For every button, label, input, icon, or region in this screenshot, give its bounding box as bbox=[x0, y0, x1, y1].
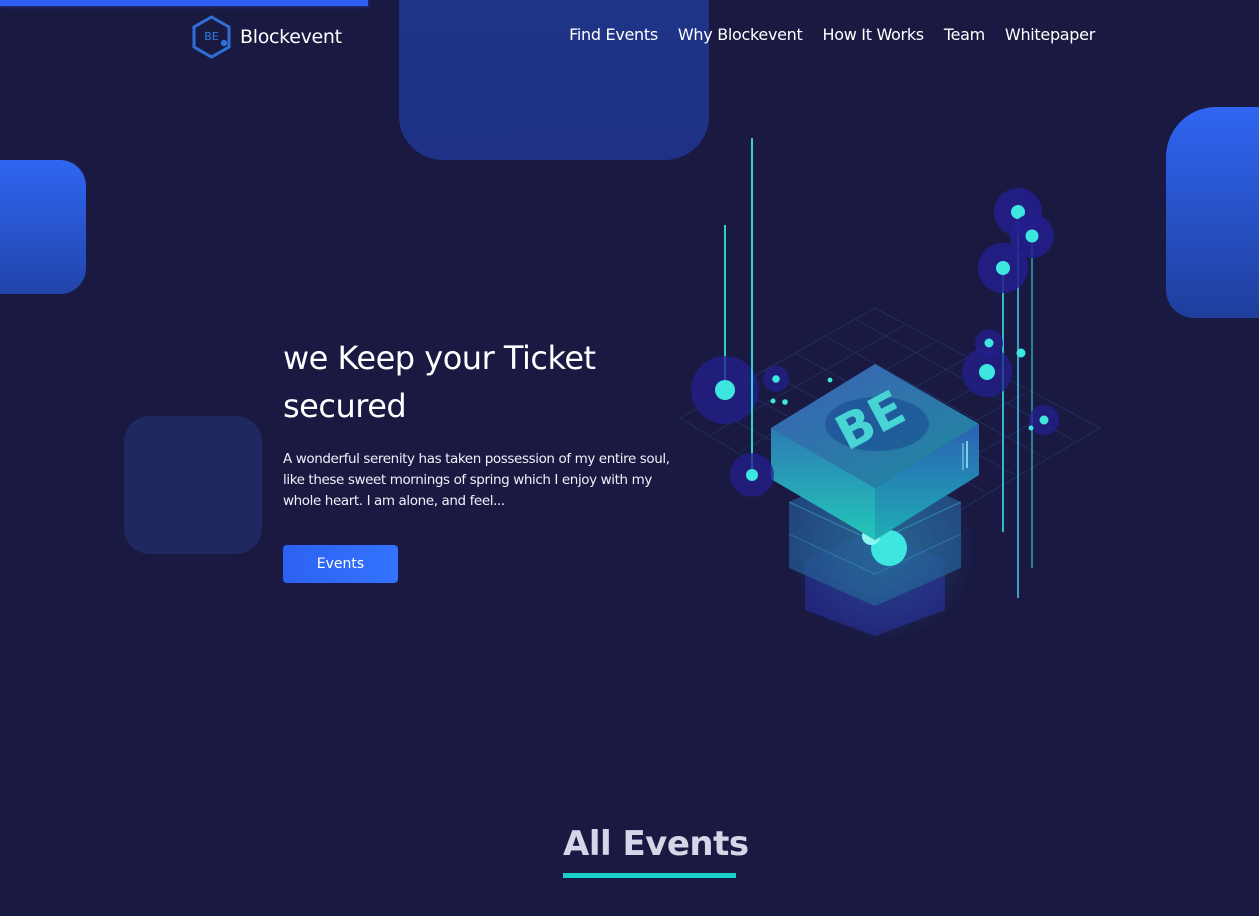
decorative-left-shape bbox=[0, 160, 86, 294]
landing-page: BE Blockevent Find Events Why Blockevent… bbox=[0, 0, 1259, 916]
nav-find-events[interactable]: Find Events bbox=[569, 25, 658, 44]
title-underline bbox=[563, 873, 736, 878]
brand-logo[interactable]: BE Blockevent bbox=[191, 15, 342, 59]
all-events-section-heading: All Events bbox=[563, 823, 749, 878]
nav-team[interactable]: Team bbox=[944, 25, 985, 44]
hero-description: A wonderful serenity has taken possessio… bbox=[283, 451, 670, 509]
hero-content: we Keep your Ticket secured A wonderful … bbox=[283, 334, 691, 512]
site-header: BE Blockevent Find Events Why Blockevent… bbox=[0, 0, 1259, 74]
hero-title-line-2: secured bbox=[283, 387, 407, 425]
decorative-square-shape bbox=[124, 416, 262, 554]
main-navigation: Find Events Why Blockevent How It Works … bbox=[569, 25, 1095, 44]
nav-why-blockevent[interactable]: Why Blockevent bbox=[678, 25, 803, 44]
hero-title-line-1: we Keep your Ticket bbox=[283, 339, 596, 377]
blockchain-ticket-illustration: BE bbox=[679, 138, 1102, 643]
brand-name: Blockevent bbox=[240, 26, 342, 48]
blockevent-hexagon-logo-icon: BE bbox=[192, 15, 231, 59]
logo-text: BE bbox=[204, 30, 219, 43]
nav-whitepaper[interactable]: Whitepaper bbox=[1005, 25, 1095, 44]
all-events-title: All Events bbox=[563, 824, 749, 864]
nav-how-it-works[interactable]: How It Works bbox=[823, 25, 925, 44]
hero-title: we Keep your Ticket secured bbox=[283, 334, 691, 430]
events-button[interactable]: Events bbox=[283, 545, 398, 583]
decorative-right-shape bbox=[1166, 107, 1259, 318]
